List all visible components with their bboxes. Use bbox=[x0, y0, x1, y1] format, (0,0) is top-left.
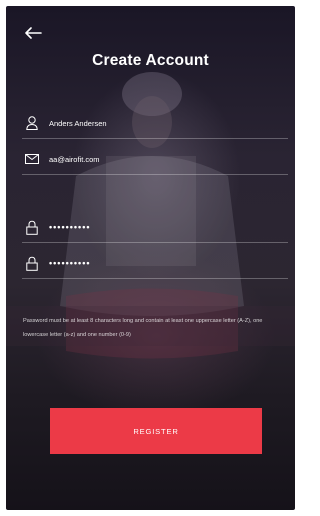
confirm-password-field[interactable]: •••••••••• bbox=[22, 248, 288, 279]
lock-icon bbox=[24, 219, 40, 235]
back-button[interactable] bbox=[22, 22, 44, 44]
email-field[interactable]: aa@airofit.com bbox=[22, 144, 288, 175]
lock-icon bbox=[24, 255, 40, 271]
email-value: aa@airofit.com bbox=[49, 154, 100, 164]
page-title: Create Account bbox=[92, 52, 209, 69]
create-account-screen: Create Account Anders Andersen aa@airofi… bbox=[6, 6, 295, 510]
name-value: Anders Andersen bbox=[49, 118, 107, 128]
password-field[interactable]: •••••••••• bbox=[22, 212, 288, 243]
password-value: •••••••••• bbox=[49, 222, 91, 232]
mail-icon bbox=[24, 151, 40, 167]
password-requirements-text: Password must be at least 8 characters l… bbox=[23, 318, 263, 338]
name-field[interactable]: Anders Andersen bbox=[22, 108, 288, 139]
user-icon bbox=[24, 115, 40, 131]
arrow-left-icon bbox=[25, 27, 42, 39]
register-button[interactable]: REGISTER bbox=[50, 408, 262, 454]
confirm-password-value: •••••••••• bbox=[49, 258, 91, 268]
